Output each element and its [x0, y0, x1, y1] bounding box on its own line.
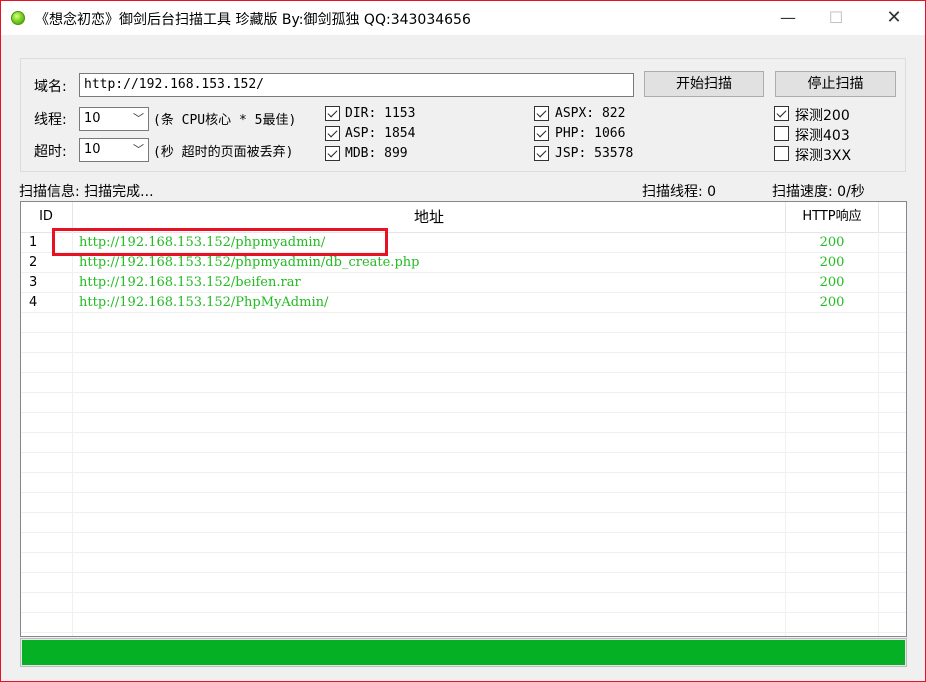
probe-3xx-label: 探测3XX	[795, 148, 852, 164]
empty-row	[21, 453, 906, 473]
empty-row	[21, 313, 906, 333]
window-title: 《想念初恋》御剑后台扫描工具 珍藏版 By:御剑孤独 QQ:343034656	[35, 12, 471, 28]
scan-speed-status: 扫描速度: 0/秒	[772, 184, 865, 200]
empty-row	[21, 573, 906, 593]
empty-row	[21, 593, 906, 613]
timeout-select[interactable]: 10 ﹀	[79, 138, 149, 162]
timeout-label: 超时:	[34, 144, 67, 160]
threads-hint: (条 CPU核心 * 5最佳)	[153, 113, 297, 128]
empty-row	[21, 433, 906, 453]
scan-progress-bar	[20, 638, 907, 667]
dict-php-label: PHP: 1066	[555, 126, 626, 141]
row-url: http://192.168.153.152/phpmyadmin/db_cre…	[79, 255, 420, 270]
dict-aspx-label: ASPX: 822	[555, 106, 626, 121]
threads-value: 10	[84, 111, 101, 126]
row-url: http://192.168.153.152/beifen.rar	[79, 275, 301, 290]
chevron-down-icon: ﹀	[133, 112, 144, 125]
row-id: 4	[29, 295, 38, 310]
table-row[interactable]: 4 http://192.168.153.152/PhpMyAdmin/200	[21, 293, 906, 313]
dict-mdb-checkbox[interactable]	[325, 146, 340, 161]
empty-row	[21, 513, 906, 533]
empty-row	[21, 353, 906, 373]
annotation-highlight-box	[52, 228, 388, 256]
probe-3xx-checkbox[interactable]	[774, 146, 789, 161]
empty-row	[21, 473, 906, 493]
probe-200-checkbox[interactable]	[774, 106, 789, 121]
row-http-code: 200	[819, 255, 845, 270]
results-list[interactable]: ID 地址 HTTP响应 1 http://192.168.153.152/php…	[20, 201, 907, 637]
empty-row	[21, 553, 906, 573]
empty-row	[21, 613, 906, 633]
app-icon	[11, 11, 25, 25]
table-row[interactable]: 2 http://192.168.153.152/phpmyadmin/db_cr…	[21, 253, 906, 273]
table-row[interactable]: 3 http://192.168.153.152/beifen.rar 200	[21, 273, 906, 293]
probe-403-checkbox[interactable]	[774, 126, 789, 141]
empty-row	[21, 393, 906, 413]
probe-403-label: 探测403	[795, 128, 850, 144]
timeout-hint: (秒 超时的页面被丢弃)	[153, 145, 294, 160]
domain-label: 域名:	[34, 79, 67, 95]
dict-mdb-label: MDB: 899	[345, 146, 408, 161]
stop-scan-button[interactable]: 停止扫描	[775, 71, 896, 97]
close-button[interactable]: ✕	[871, 1, 917, 35]
maximize-button[interactable]: ☐	[813, 1, 859, 35]
dict-jsp-checkbox[interactable]	[534, 146, 549, 161]
dict-aspx-checkbox[interactable]	[534, 106, 549, 121]
domain-input[interactable]: http://192.168.153.152/	[79, 73, 634, 97]
timeout-value: 10	[84, 142, 101, 157]
probe-200-label: 探测200	[795, 108, 850, 124]
empty-row	[21, 493, 906, 513]
threads-select[interactable]: 10 ﹀	[79, 107, 149, 131]
row-http-code: 200	[819, 275, 845, 290]
minimize-button[interactable]: —	[765, 1, 811, 35]
row-http-code: 200	[819, 235, 845, 250]
scan-threads-status: 扫描线程: 0	[642, 184, 717, 200]
dict-dir-label: DIR: 1153	[345, 106, 416, 121]
empty-row	[21, 373, 906, 393]
row-id: 3	[29, 275, 38, 290]
dict-dir-checkbox[interactable]	[325, 106, 340, 121]
empty-row	[21, 413, 906, 433]
row-http-code: 200	[819, 295, 845, 310]
dict-php-checkbox[interactable]	[534, 126, 549, 141]
row-url: http://192.168.153.152/PhpMyAdmin/	[79, 295, 329, 310]
progress-fill	[22, 640, 905, 665]
dict-asp-label: ASP: 1854	[345, 126, 416, 141]
title-bar[interactable]: 《想念初恋》御剑后台扫描工具 珍藏版 By:御剑孤独 QQ:343034656 …	[1, 1, 925, 35]
row-id: 2	[29, 255, 38, 270]
scan-info-status: 扫描信息: 扫描完成...	[19, 184, 154, 200]
empty-row	[21, 533, 906, 553]
dict-jsp-label: JSP: 53578	[555, 146, 634, 161]
start-scan-button[interactable]: 开始扫描	[644, 71, 764, 97]
header-http-code[interactable]: HTTP响应	[786, 202, 878, 232]
row-id: 1	[29, 235, 38, 250]
dict-asp-checkbox[interactable]	[325, 126, 340, 141]
chevron-down-icon: ﹀	[133, 143, 144, 156]
header-divider[interactable]	[878, 202, 879, 232]
empty-row	[21, 333, 906, 353]
threads-label: 线程:	[34, 112, 67, 128]
